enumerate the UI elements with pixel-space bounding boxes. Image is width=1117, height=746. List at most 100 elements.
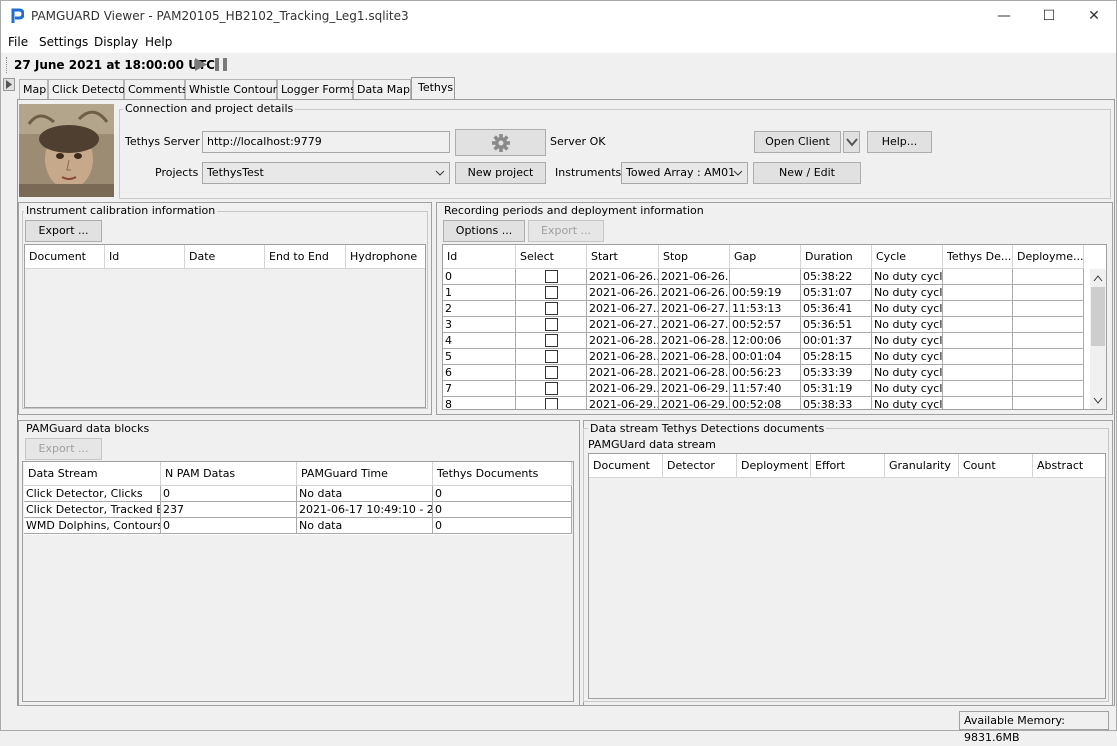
column-header[interactable]: Document	[589, 454, 663, 478]
select-checkbox[interactable]	[544, 382, 558, 395]
tethys-server-field[interactable]: http://localhost:9779	[202, 131, 450, 153]
column-header[interactable]: Hydrophone	[346, 245, 425, 269]
recording-export-button[interactable]: Export ...	[528, 220, 604, 242]
column-header[interactable]: Stop	[659, 245, 730, 269]
column-header[interactable]: Gap	[730, 245, 801, 269]
table-cell	[516, 349, 587, 365]
chevron-down-icon	[435, 170, 445, 176]
toolbar: 27 June 2021 at 18:00:00 UTC	[1, 53, 1116, 77]
column-header[interactable]: Count	[959, 454, 1033, 478]
scroll-down-icon[interactable]	[1093, 397, 1103, 405]
table-cell: 5	[443, 349, 516, 365]
tethys-portrait-image	[19, 104, 114, 197]
tab-map[interactable]: Map	[19, 79, 48, 99]
server-status-text: Server OK	[550, 135, 606, 148]
table-cell: 0	[161, 486, 297, 502]
recording-table[interactable]: Id Select Start Stop Gap Duration Cycle Tethys …	[442, 244, 1107, 410]
datablocks-export-button[interactable]: Export ...	[25, 438, 102, 460]
recording-options-button[interactable]: Options ...	[443, 220, 525, 242]
menu-file[interactable]: File	[8, 35, 28, 49]
scroll-up-icon[interactable]	[1093, 274, 1103, 282]
table-cell: 4	[443, 333, 516, 349]
table-cell	[1013, 333, 1084, 349]
menu-settings[interactable]: Settings	[39, 35, 88, 49]
select-checkbox[interactable]	[544, 366, 558, 379]
tab-logger-forms[interactable]: Logger Forms	[277, 79, 356, 99]
table-cell	[943, 333, 1013, 349]
menu-display[interactable]: Display	[94, 35, 138, 49]
table-cell	[1013, 365, 1084, 381]
column-header[interactable]: Id	[105, 245, 185, 269]
new-edit-button[interactable]: New / Edit	[753, 162, 861, 184]
calibration-export-button[interactable]: Export ...	[25, 220, 102, 242]
column-header[interactable]: Start	[587, 245, 659, 269]
tab-whistle-contours[interactable]: Whistle Contours	[185, 79, 283, 99]
table-cell: No duty cycle	[872, 333, 943, 349]
select-checkbox[interactable]	[544, 302, 558, 315]
column-header[interactable]: Duration	[801, 245, 872, 269]
detections-table[interactable]: Document Detector Deployment Effort Granular…	[588, 453, 1106, 699]
select-checkbox[interactable]	[544, 286, 558, 299]
table-cell	[943, 301, 1013, 317]
tab-comments[interactable]: Comments	[124, 79, 188, 99]
tab-tethys[interactable]: Tethys	[411, 77, 455, 100]
column-header[interactable]: Cycle	[872, 245, 943, 269]
toolbar-grip[interactable]	[6, 57, 7, 73]
table-cell: 2021-06-27...	[659, 301, 730, 317]
column-header[interactable]: Tethys Documents	[433, 462, 572, 486]
select-checkbox[interactable]	[544, 398, 558, 409]
column-header[interactable]: Detector	[663, 454, 737, 478]
column-header[interactable]: Document	[25, 245, 105, 269]
new-project-button[interactable]: New project	[455, 162, 546, 184]
column-header[interactable]: Tethys De...	[943, 245, 1013, 269]
column-header[interactable]: Effort	[811, 454, 885, 478]
table-cell: 0	[443, 269, 516, 285]
column-header[interactable]: Granularity	[885, 454, 959, 478]
open-client-button[interactable]: Open Client	[754, 131, 841, 153]
table-cell: 1	[443, 285, 516, 301]
table-cell	[1013, 397, 1084, 409]
side-panel-toggle[interactable]	[3, 78, 15, 91]
table-cell	[516, 301, 587, 317]
tab-data-map[interactable]: Data Map	[353, 79, 411, 99]
table-cell	[943, 381, 1013, 397]
recording-scrollbar[interactable]	[1090, 269, 1106, 409]
projects-select[interactable]: TethysTest	[202, 162, 450, 184]
datablocks-title: PAMGuard data blocks	[24, 422, 152, 435]
calibration-table[interactable]: Document Id Date End to End Hydrophone	[24, 244, 426, 408]
help-button[interactable]: Help...	[867, 131, 932, 153]
column-header[interactable]: Select	[516, 245, 587, 269]
pause-icon[interactable]	[214, 57, 228, 72]
minimize-button[interactable]: —	[981, 1, 1027, 32]
select-checkbox[interactable]	[544, 334, 558, 347]
chevron-down-icon	[845, 138, 858, 147]
maximize-button[interactable]: ☐	[1026, 1, 1072, 32]
select-checkbox[interactable]	[544, 350, 558, 363]
column-header[interactable]: End to End	[265, 245, 346, 269]
table-cell: 2021-06-28...	[659, 349, 730, 365]
column-header[interactable]: Deployme...	[1013, 245, 1084, 269]
column-header[interactable]: Deployment	[737, 454, 811, 478]
column-header[interactable]: Date	[185, 245, 265, 269]
column-header[interactable]: Data Stream	[24, 462, 161, 486]
title-bar: PAMGUARD Viewer - PAM20105_HB2102_Tracki…	[1, 1, 1116, 32]
select-checkbox[interactable]	[544, 270, 558, 283]
play-icon[interactable]	[194, 57, 208, 72]
tab-click-detector[interactable]: Click Detector	[48, 79, 130, 99]
column-header[interactable]: N PAM Datas	[161, 462, 297, 486]
table-cell: 00:01:04	[730, 349, 801, 365]
table-cell	[943, 269, 1013, 285]
scrollbar-thumb[interactable]	[1091, 287, 1105, 346]
datablocks-table[interactable]: Data Stream N PAM Datas PAMGuard Time Tethy…	[24, 462, 572, 535]
column-header[interactable]: Id	[443, 245, 516, 269]
table-cell: 2021-06-29...	[659, 397, 730, 409]
server-settings-button[interactable]	[455, 129, 546, 156]
close-button[interactable]: ✕	[1071, 1, 1117, 32]
column-header[interactable]: PAMGuard Time	[297, 462, 433, 486]
open-client-dropdown[interactable]	[843, 131, 860, 153]
instruments-select[interactable]: Towed Array : AM01	[621, 162, 748, 184]
projects-label: Projects	[155, 166, 199, 179]
column-header[interactable]: Abstract	[1033, 454, 1105, 478]
select-checkbox[interactable]	[544, 318, 558, 331]
menu-help[interactable]: Help	[145, 35, 172, 49]
